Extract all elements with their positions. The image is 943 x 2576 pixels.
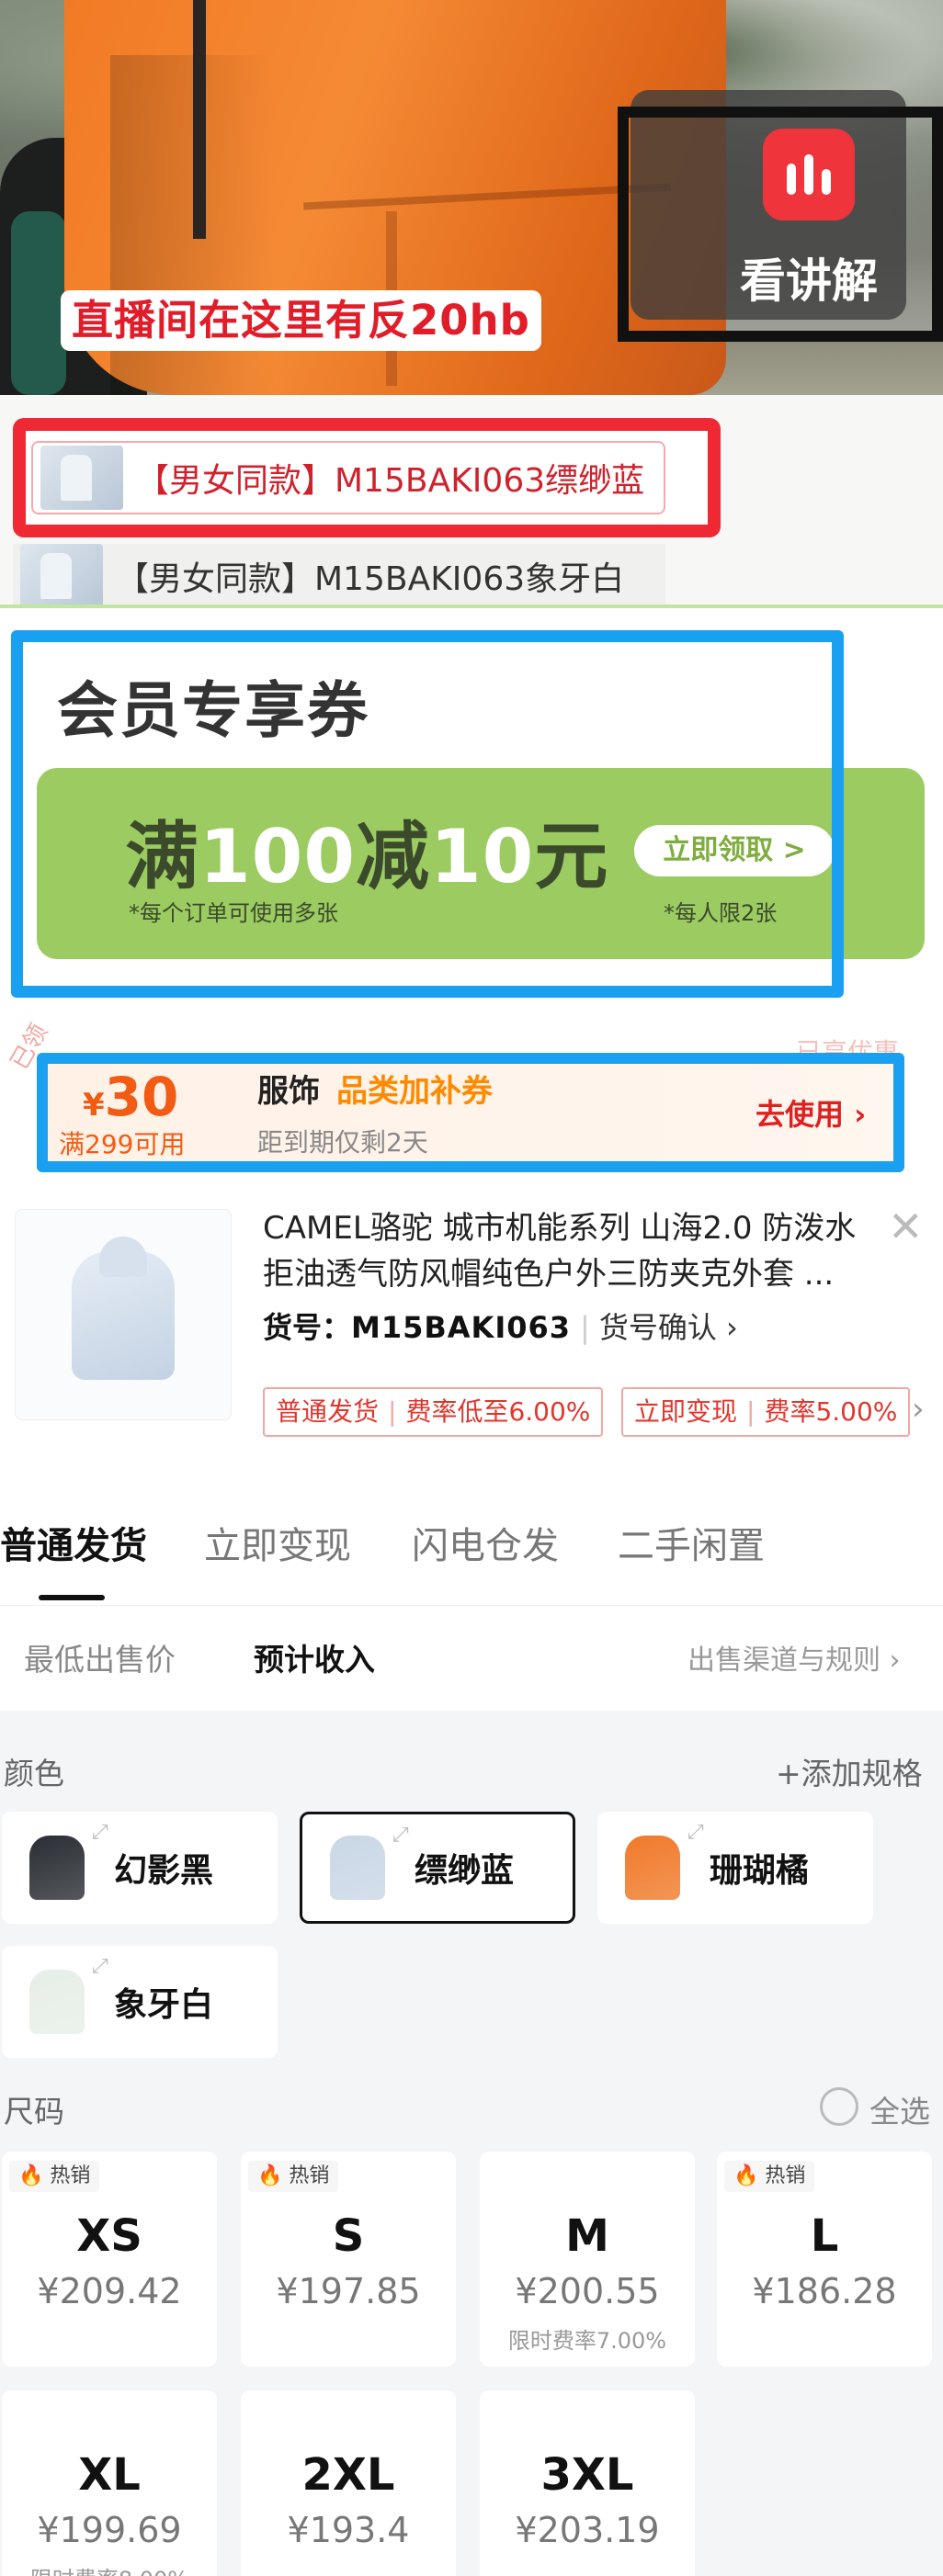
fee-rate: 费率低至6.00% [405,1396,591,1427]
fee-channel: 立即变现 [634,1396,738,1427]
expand-icon[interactable]: ⤢ [92,1821,108,1844]
active-tab-indicator [39,1595,105,1600]
color-name: 珊瑚橘 [710,1852,810,1890]
select-all-checkbox[interactable] [820,2087,858,2126]
size-name: M [565,2210,609,2262]
tab-flash-warehouse[interactable]: 闪电仓发 [412,1516,559,1569]
size-price: ¥203.19 [515,2510,660,2550]
hot-sale-badge: 🔥 热销 [9,2161,100,2192]
flame-icon: 🔥 [257,2164,290,2187]
color-swatch [29,1836,85,1900]
size-price: ¥193.4 [287,2510,410,2550]
color-swatch [625,1836,680,1900]
hot-sale-badge: 🔥 热销 [248,2161,339,2192]
color-name: 象牙白 [114,1986,214,2024]
fee-rate: 费率5.00% [764,1396,898,1427]
photo-jacket-zipper [193,0,206,239]
hot-sale-label: 热销 [765,2164,806,2187]
size-option[interactable]: M ¥200.55 限时费率7.00% [480,2152,695,2367]
color-name: 缥缈蓝 [415,1852,515,1890]
color-option[interactable]: ⤢ 象牙白 [2,1946,278,2058]
expand-icon[interactable]: ⤢ [392,1824,409,1847]
fee-badge-normal: 普通发货 | 费率低至6.00% [263,1387,604,1437]
sku-confirm-link[interactable]: 货号确认 › [599,1310,738,1345]
live-caption: 直播间在这里有反20hb [61,290,541,351]
tab-second-hand[interactable]: 二手闲置 [618,1516,765,1569]
expand-icon[interactable]: ⤢ [687,1821,704,1844]
sub-tab-lowest-price[interactable]: 最低出售价 [24,1635,176,1679]
product-thumbnail [40,446,123,510]
size-name: XS [76,2210,142,2262]
hot-sale-badge: 🔥 热销 [724,2161,815,2192]
size-name: L [810,2210,839,2262]
color-option[interactable]: ⤢ 珊瑚橘 [597,1812,873,1924]
size-price: ¥186.28 [752,2271,897,2311]
add-spec-button[interactable]: +添加规格 [776,1749,923,1793]
photo-backpack-strap [11,211,66,395]
product-row-label: 【男女同款】M15BAKI063象牙白 [116,560,625,598]
size-price: ¥197.85 [276,2271,421,2311]
sub-tab-expected-income[interactable]: 预计收入 [254,1635,375,1679]
size-name: 3XL [540,2449,634,2501]
color-swatch [330,1836,385,1900]
expand-icon[interactable]: ⤢ [92,1955,108,1978]
size-option[interactable]: 🔥 热销 L ¥186.28 [717,2152,932,2367]
size-price: ¥199.69 [37,2510,182,2550]
limited-fee-note: 限时费率8.00% [2,2561,217,2576]
close-icon[interactable]: ✕ [888,1202,924,1251]
size-option[interactable]: 🔥 热销 XS ¥209.42 [2,2152,217,2367]
sku-separator: | [580,1310,590,1345]
color-label: 颜色 [4,1756,64,1791]
size-option[interactable]: 3XL ¥203.19 [480,2390,695,2576]
select-all-label[interactable]: 全选 [869,2087,930,2131]
size-price: ¥209.42 [37,2271,182,2311]
sku-value: M15BAKI063 [351,1310,572,1345]
product-row-selected[interactable]: 【男女同款】M15BAKI063缥缈蓝 [13,418,721,537]
size-option[interactable]: 2XL ¥193.4 [241,2390,456,2576]
sku-label: 货号： [263,1310,352,1345]
size-price: ¥200.55 [515,2271,660,2311]
limited-fee-note: 限时费率7.00% [507,2328,667,2354]
channel-rules-link[interactable]: 出售渠道与规则 › [687,1637,901,1678]
fee-channel: 普通发货 [276,1396,380,1427]
hot-sale-label: 热销 [50,2164,91,2187]
flame-icon: 🔥 [733,2164,766,2187]
product-row[interactable]: 【男女同款】M15BAKI063象牙白 [13,544,665,608]
size-name: 2XL [301,2449,395,2501]
chevron-right-icon[interactable]: › [912,1391,925,1428]
tab-instant-cash[interactable]: 立即变现 [204,1516,351,1569]
color-swatch [29,1970,85,2034]
color-name: 幻影黑 [114,1852,214,1890]
highlight-box-explain [618,107,943,342]
product-image-hood [99,1237,147,1277]
color-option-selected[interactable]: ⤢ 缥缈蓝 [300,1812,575,1924]
sku-row: 货号：M15BAKI063 | 货号确认 › [263,1305,738,1347]
product-thumbnail [20,544,103,608]
flame-icon: 🔥 [18,2164,51,2187]
fee-separator: | [388,1396,397,1427]
tab-normal-shipping[interactable]: 普通发货 [0,1516,147,1569]
size-name: S [332,2210,365,2262]
size-option[interactable]: XL ¥199.69 限时费率8.00% [2,2390,217,2576]
product-row-label: 【男女同款】M15BAKI063缥缈蓝 [136,462,645,500]
product-title: CAMEL骆驼 城市机能系列 山海2.0 防泼水拒油透气防风帽纯色户外三防夹克外… [263,1210,857,1293]
size-name: XL [78,2449,141,2501]
highlight-box-category-coupon [37,1053,904,1172]
fee-badge-instant: 立即变现 | 费率5.00% [621,1387,911,1437]
size-option[interactable]: 🔥 热销 S ¥197.85 [241,2152,456,2367]
highlight-box-member-coupon [11,630,844,998]
product-row-inner: 【男女同款】M15BAKI063缥缈蓝 [31,441,665,514]
size-label: 尺码 [4,2094,64,2130]
fee-separator: | [746,1396,756,1427]
color-option[interactable]: ⤢ 幻影黑 [2,1812,278,1924]
hot-sale-label: 热销 [289,2164,330,2187]
